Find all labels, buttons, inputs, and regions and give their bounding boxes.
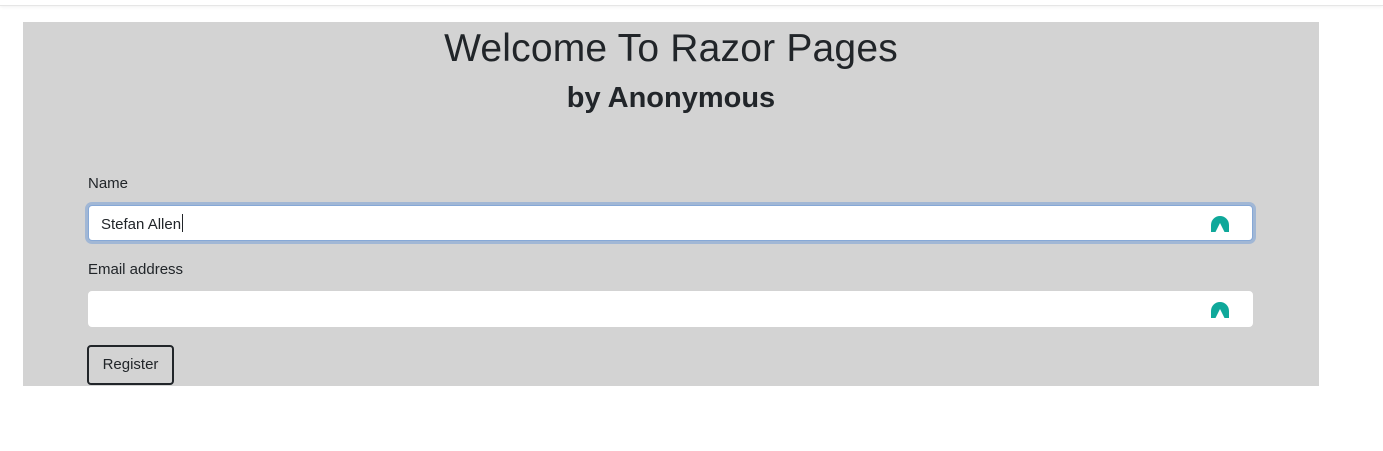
- password-manager-icon[interactable]: [1210, 215, 1230, 233]
- browser-top-bar: [0, 0, 1383, 6]
- page-title: Welcome To Razor Pages: [444, 27, 898, 70]
- welcome-panel: Welcome To Razor Pages by Anonymous Name…: [23, 22, 1319, 386]
- page-subtitle: by Anonymous: [566, 82, 776, 114]
- email-input[interactable]: [88, 291, 1253, 327]
- name-label: Name: [88, 175, 129, 192]
- name-input-value: Stefan Allen: [101, 214, 184, 233]
- name-input[interactable]: Stefan Allen: [88, 205, 1253, 241]
- email-label: Email address: [88, 261, 184, 278]
- text-caret: [182, 214, 184, 232]
- register-button[interactable]: Register: [87, 345, 174, 385]
- password-manager-icon[interactable]: [1210, 301, 1230, 319]
